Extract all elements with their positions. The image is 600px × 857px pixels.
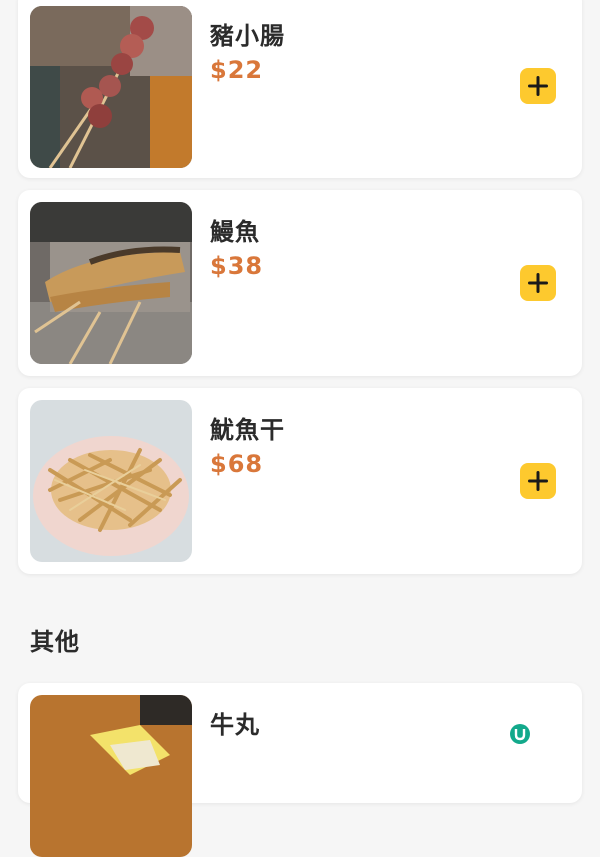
menu-item-price: $38	[210, 252, 264, 280]
add-button[interactable]	[520, 265, 556, 301]
menu-item-card[interactable]: 鰻魚 $38	[18, 190, 582, 376]
menu-item-card[interactable]: 豬小腸 $22	[18, 0, 582, 178]
plus-icon	[528, 471, 548, 491]
section-title: 其他	[30, 628, 80, 656]
menu-item-price: $68	[210, 450, 264, 478]
add-button[interactable]	[520, 463, 556, 499]
menu-item-name: 牛丸	[210, 711, 260, 739]
u-logo-icon	[510, 724, 530, 744]
menu-item-image	[30, 400, 192, 562]
menu-item-image	[30, 6, 192, 168]
add-button[interactable]	[520, 68, 556, 104]
menu-item-card[interactable]: 牛丸	[18, 683, 582, 857]
menu-item-image	[30, 202, 192, 364]
plus-icon	[528, 273, 548, 293]
menu-item-image	[30, 695, 192, 857]
plus-icon	[528, 76, 548, 96]
menu-item-name: 鰻魚	[210, 218, 260, 246]
menu-item-price: $22	[210, 56, 264, 84]
menu-item-name: 豬小腸	[210, 22, 285, 50]
menu-item-name: 魷魚干	[210, 416, 285, 444]
menu-item-card[interactable]: 魷魚干 $68	[18, 388, 582, 574]
